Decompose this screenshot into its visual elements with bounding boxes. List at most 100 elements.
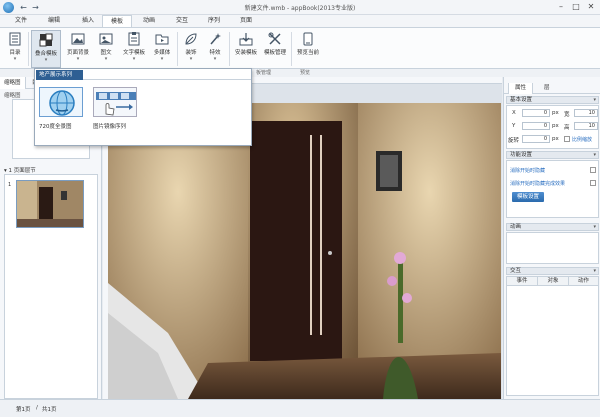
chevron-down-icon: ▾ <box>76 56 80 62</box>
hide-complete-effect-option[interactable]: 消除开始时隐藏完成效果 <box>510 180 565 187</box>
current-page-status: 第1页 <box>16 407 31 413</box>
minimize-icon[interactable]: – <box>554 1 568 13</box>
rotation-input[interactable]: 0 <box>522 135 550 143</box>
image-text-button[interactable]: 图文 ▾ <box>95 30 117 68</box>
image-sequence-icon <box>96 92 136 116</box>
tab-edit[interactable]: 编辑 <box>36 15 72 27</box>
template-manage-label: 模板管理 <box>263 50 286 56</box>
forward-arrow-icon[interactable]: → <box>30 2 41 13</box>
effects-icon <box>210 33 221 45</box>
tab-interaction[interactable]: 交互 <box>166 15 198 27</box>
width-label: 宽 <box>564 112 570 118</box>
preview-label: 预览当前 <box>296 50 319 56</box>
ribbon-divider <box>177 32 178 66</box>
panorama-thumbnail <box>39 87 83 117</box>
close-icon[interactable]: ✕ <box>584 1 598 13</box>
y-unit: px <box>552 123 559 129</box>
tab-animation[interactable]: 动画 <box>132 15 166 27</box>
tab-page[interactable]: 页面 <box>230 15 262 27</box>
width-input[interactable]: 10 <box>574 109 598 117</box>
chevron-down-icon: ▾ <box>13 56 17 62</box>
decoration-button[interactable]: 装饰 ▾ <box>180 30 202 68</box>
page-thumbnail[interactable] <box>16 180 84 228</box>
tab-file[interactable]: 文件 <box>6 15 36 27</box>
animation-header[interactable]: 动画 ▾ <box>506 223 599 231</box>
ribbon: 目录 ▾ 叠合模板 ▾ 页面背景 ▾ 图文 ▾ 文字模板 ▾ 多媒体 ▾ 装饰 … <box>0 27 600 69</box>
collapse-triangle-icon: ▾ <box>593 224 596 230</box>
thumbnail-image <box>17 181 83 227</box>
template-settings-button[interactable]: 模板设置 <box>512 192 545 202</box>
tab-insert[interactable]: 插入 <box>72 15 104 27</box>
page-background-label: 页面背景 <box>66 50 89 56</box>
back-arrow-icon[interactable]: ← <box>18 2 29 13</box>
scale-ratio-checkbox[interactable] <box>564 136 570 142</box>
page-background-button[interactable]: 页面背景 ▾ <box>63 30 93 68</box>
tab-sequence[interactable]: 序列 <box>198 15 230 27</box>
function-settings-label: 功能设置 <box>510 152 533 158</box>
template-manage-button[interactable]: 模板管理 <box>261 30 289 68</box>
hide-on-start-checkbox[interactable] <box>590 167 596 173</box>
y-label: Y <box>512 123 516 129</box>
decoration-label: 装饰 <box>185 50 197 56</box>
template-image-sequence-item[interactable]: 图片镜像序列 <box>93 87 139 135</box>
template-manage-icon <box>268 32 281 45</box>
install-template-button[interactable]: 安装模板 <box>232 30 260 68</box>
basic-settings-header[interactable]: 基本设置 ▾ <box>506 96 599 104</box>
height-input[interactable]: 10 <box>574 122 598 130</box>
multimedia-button[interactable]: 多媒体 ▾ <box>150 30 174 68</box>
chevron-down-icon: ▾ <box>160 56 164 62</box>
x-input[interactable]: 0 <box>522 109 550 117</box>
dropdown-divider <box>83 79 251 80</box>
app-logo-icon[interactable] <box>3 2 14 13</box>
interaction-header[interactable]: 交互 ▾ <box>506 267 599 275</box>
tab-properties[interactable]: 属性 <box>508 83 534 94</box>
overlay-template-icon <box>39 33 53 47</box>
group-label-template-manage: 板管理 <box>256 70 272 76</box>
ribbon-divider <box>291 32 292 66</box>
image-sequence-caption: 图片镜像序列 <box>93 124 127 130</box>
multimedia-icon <box>155 34 169 45</box>
dropdown-series-header[interactable]: 地产展示系列 <box>36 70 83 80</box>
function-settings-header[interactable]: 功能设置 ▾ <box>506 151 599 159</box>
effects-button[interactable]: 特效 ▾ <box>204 30 226 68</box>
column-header-object: 对象 <box>538 277 569 286</box>
menu-bar: 文件 编辑 插入 模板 动画 交互 序列 页面 <box>0 15 600 28</box>
page-background-icon <box>71 33 85 45</box>
canvas-page[interactable] <box>108 103 501 399</box>
ribbon-divider <box>229 32 230 66</box>
collapse-triangle-icon: ▾ <box>593 268 596 274</box>
toc-button[interactable]: 目录 ▾ <box>4 30 26 68</box>
tab-thumbnails[interactable]: 缩略图 <box>0 77 26 89</box>
page-number: 1 <box>8 182 12 188</box>
hide-on-start-option[interactable]: 消除开始时隐藏 <box>510 167 545 174</box>
scale-ratio-label[interactable]: 比例缩放 <box>572 136 592 143</box>
basic-settings-label: 基本设置 <box>510 97 533 103</box>
page-section-label[interactable]: ▾ 1 页面层节 <box>4 166 36 174</box>
hide-complete-effect-checkbox[interactable] <box>590 180 596 186</box>
x-label: X <box>512 110 516 116</box>
animation-panel <box>506 232 599 264</box>
preview-button[interactable]: 预览当前 <box>294 30 322 68</box>
title-bar: ← → 新建文件.wmb - appBook(2013专业版) – □ ✕ <box>0 0 600 15</box>
total-pages-status: 共1页 <box>42 407 57 413</box>
rotation-label: 旋转 <box>508 138 520 144</box>
text-template-button[interactable]: 文字模板 ▾ <box>119 30 149 68</box>
window-title: 新建文件.wmb - appBook(2013专业版) <box>244 5 356 12</box>
panorama-globe-icon <box>49 90 75 116</box>
chevron-down-icon: ▾ <box>132 56 136 62</box>
text-template-icon <box>128 32 140 46</box>
chevron-down-icon: ▾ <box>104 56 108 62</box>
collapse-triangle-icon: ▾ <box>593 152 596 158</box>
collapse-triangle-icon: ▾ <box>593 97 596 103</box>
y-input[interactable]: 0 <box>522 122 550 130</box>
overlay-template-button[interactable]: 叠合模板 ▾ <box>31 30 61 68</box>
template-dropdown-menu: 地产展示系列 720度全景图 图片镜像序列 <box>34 68 252 146</box>
maximize-icon[interactable]: □ <box>569 1 583 13</box>
multimedia-label: 多媒体 <box>153 50 171 56</box>
interior-scene-image <box>108 103 501 399</box>
chevron-down-icon: ▾ <box>44 57 48 63</box>
template-panorama-item[interactable]: 720度全景图 <box>39 87 85 135</box>
tab-layers[interactable]: 层 <box>538 83 556 94</box>
status-bar: 第1页 / 共1页 <box>0 399 600 417</box>
effects-label: 特效 <box>209 50 221 56</box>
